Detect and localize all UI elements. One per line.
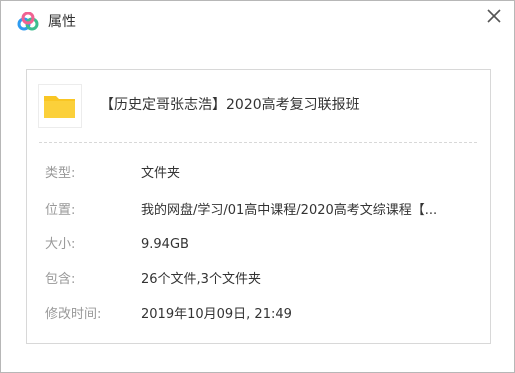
baidu-netdisk-cloud-icon — [17, 12, 39, 31]
property-row-contains: 包含: 26个文件,3个文件夹 — [27, 269, 490, 291]
file-thumbnail — [38, 84, 82, 128]
close-button[interactable] — [483, 5, 505, 27]
property-row-size: 大小: 9.94GB — [27, 234, 490, 256]
property-value: 9.94GB — [141, 237, 189, 252]
property-value[interactable]: 我的网盘/学习/01高中课程/2020高考文综课程【... — [141, 200, 481, 222]
property-value: 文件夹 — [141, 166, 181, 181]
property-value: 26个文件,3个文件夹 — [141, 272, 261, 287]
title-bar: 属性 — [1, 1, 514, 43]
property-row-type: 类型: 文件夹 — [27, 163, 490, 185]
file-name: 【历史定哥张志浩】2020高考复习联报班 — [100, 97, 360, 113]
property-label: 位置: — [45, 203, 76, 218]
property-row-location: 位置: 我的网盘/学习/01高中课程/2020高考文综课程【... — [27, 200, 490, 222]
property-label: 修改时间: — [45, 307, 102, 322]
property-value: 2019年10月09日, 21:49 — [141, 307, 292, 322]
properties-dialog: 属性 【历史定哥张志浩】2020高考复习联报班 类型: 文件夹 位置: 我的网盘… — [0, 0, 515, 373]
properties-panel: 【历史定哥张志浩】2020高考复习联报班 类型: 文件夹 位置: 我的网盘/学习… — [26, 69, 491, 344]
property-label: 大小: — [45, 237, 76, 252]
divider — [39, 142, 477, 143]
property-label: 包含: — [45, 272, 76, 287]
dialog-title: 属性 — [48, 14, 76, 30]
property-row-modified-time: 修改时间: 2019年10月09日, 21:49 — [27, 304, 490, 326]
close-icon — [487, 9, 501, 23]
folder-icon — [44, 96, 75, 118]
property-label: 类型: — [45, 166, 76, 181]
